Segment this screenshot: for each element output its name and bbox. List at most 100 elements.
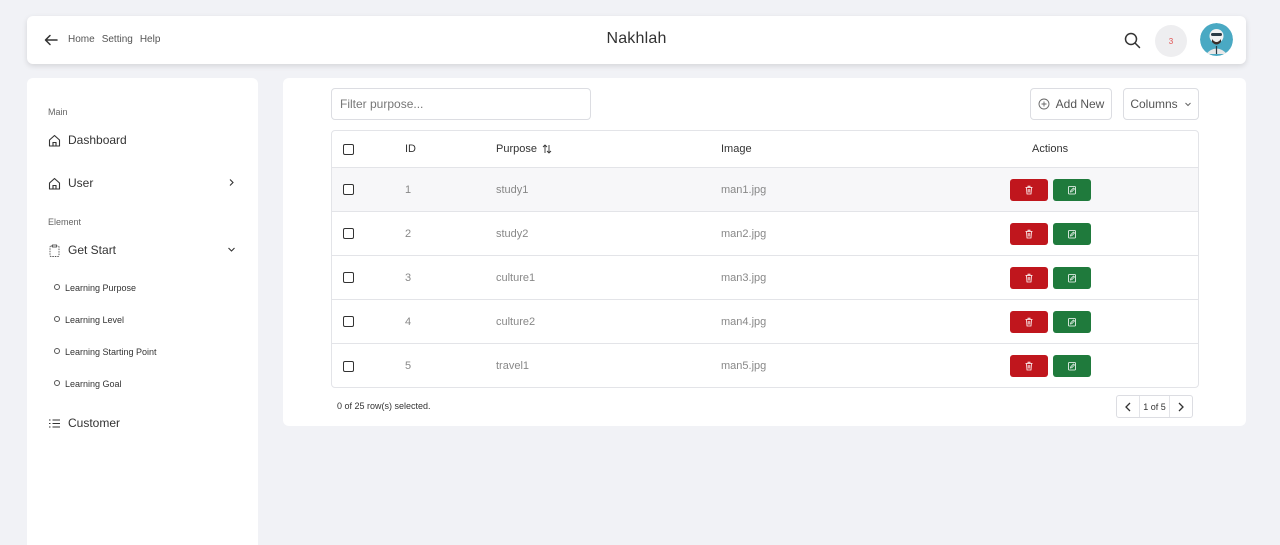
- sidebar-subitem-learning-starting-point[interactable]: Learning Starting Point: [54, 347, 157, 357]
- cell-id: 5: [405, 360, 412, 372]
- cell-image: man2.jpg: [721, 227, 767, 240]
- column-header-purpose-label: Purpose: [496, 143, 537, 155]
- pagination: 1 of 5: [1116, 395, 1193, 418]
- edit-icon: [1068, 317, 1076, 326]
- cell-id: 3: [405, 271, 412, 284]
- notification-count: 3: [1168, 36, 1174, 46]
- edit-button[interactable]: [1053, 310, 1091, 333]
- avatar[interactable]: [1200, 23, 1233, 56]
- circle-icon: [54, 347, 60, 354]
- trash-icon: [1025, 273, 1033, 282]
- cell-purpose: study1: [496, 183, 529, 196]
- cell-id: 2: [405, 227, 412, 240]
- edit-button[interactable]: [1053, 355, 1091, 377]
- delete-button[interactable]: [1010, 310, 1048, 333]
- edit-icon: [1068, 362, 1076, 371]
- delete-button[interactable]: [1010, 355, 1048, 377]
- chevron-down-icon: [1184, 102, 1191, 107]
- cell-actions: [1010, 256, 1092, 299]
- sidebar-subitem-label: Learning Level: [65, 315, 125, 325]
- sidebar-subitem-label: Learning Starting Point: [65, 347, 157, 357]
- delete-button[interactable]: [1010, 178, 1048, 201]
- edit-button[interactable]: [1053, 266, 1091, 289]
- sidebar-section-main: Main: [48, 107, 68, 117]
- sidebar-item-label: Customer: [68, 416, 121, 430]
- sidebar-item-label: User: [68, 176, 94, 190]
- column-header-id: ID: [405, 143, 416, 155]
- home-icon: [48, 134, 61, 147]
- edit-button[interactable]: [1053, 178, 1091, 201]
- row-checkbox[interactable]: [343, 184, 354, 195]
- cell-id: 4: [405, 315, 412, 328]
- sidebar-item-get-start[interactable]: Get Start: [48, 240, 238, 260]
- edit-button[interactable]: [1053, 222, 1091, 245]
- row-checkbox-cell: [343, 168, 354, 211]
- cell-image: man5.jpg: [721, 360, 767, 372]
- column-header-image: Image: [721, 143, 752, 155]
- trash-icon: [1025, 185, 1033, 194]
- sidebar: Main Dashboard User Element Get Start Le…: [27, 78, 258, 545]
- table-header: ID Purpose Image Actions: [332, 131, 1198, 168]
- circle-icon: [54, 379, 60, 386]
- cell-actions: [1010, 344, 1092, 387]
- columns-label: Columns: [1130, 97, 1178, 111]
- selected-rows-info: 0 of 25 row(s) selected.: [337, 401, 431, 411]
- trash-icon: [1025, 317, 1033, 326]
- sidebar-item-label: Dashboard: [68, 133, 127, 147]
- search-icon[interactable]: [1124, 32, 1141, 49]
- sidebar-item-dashboard[interactable]: Dashboard: [48, 130, 238, 150]
- cell-id: 1: [405, 183, 412, 196]
- sidebar-subitem-learning-goal[interactable]: Learning Goal: [54, 379, 122, 389]
- edit-icon: [1068, 273, 1076, 282]
- add-new-button[interactable]: Add New: [1030, 88, 1112, 120]
- chevron-left-icon: [1125, 402, 1131, 411]
- next-page-button[interactable]: [1170, 396, 1192, 417]
- chevron-right-icon: [1178, 402, 1184, 411]
- delete-button[interactable]: [1010, 266, 1048, 289]
- header-checkbox-cell: [343, 131, 354, 167]
- circle-icon: [54, 283, 60, 290]
- cell-purpose: travel1: [496, 360, 530, 372]
- app-title: Nakhlah: [606, 30, 667, 47]
- sidebar-section-element: Element: [48, 217, 82, 227]
- row-checkbox[interactable]: [343, 272, 354, 283]
- row-checkbox-cell: [343, 344, 354, 387]
- column-header-actions: Actions: [1032, 143, 1069, 155]
- sidebar-subitem-learning-level[interactable]: Learning Level: [54, 315, 124, 325]
- cell-actions: [1010, 168, 1092, 211]
- purpose-table: ID Purpose Image Actions 1 study1 man1.j…: [331, 130, 1199, 388]
- table-body: 1 study1 man1.jpg 2 study2 man2.jpg 3 cu…: [332, 168, 1198, 387]
- row-checkbox[interactable]: [343, 316, 354, 327]
- columns-button[interactable]: Columns: [1123, 88, 1199, 120]
- filter-purpose-input[interactable]: [331, 88, 591, 120]
- select-all-checkbox[interactable]: [343, 143, 354, 155]
- cell-image: man3.jpg: [721, 271, 767, 284]
- sidebar-subitem-label: Learning Purpose: [65, 283, 137, 293]
- main-panel: Add New Columns ID Purpose Image Actions: [283, 78, 1246, 426]
- page-indicator: 1 of 5: [1139, 396, 1170, 417]
- plus-circle-icon: [1038, 98, 1050, 110]
- notification-badge[interactable]: 3: [1155, 25, 1187, 57]
- sidebar-subitem-label: Learning Goal: [65, 379, 122, 389]
- sidebar-subitem-learning-purpose[interactable]: Learning Purpose: [54, 283, 136, 293]
- table-row: 4 culture2 man4.jpg: [332, 300, 1198, 344]
- top-bar: Home Setting Help Nakhlah 3: [27, 16, 1246, 64]
- cell-actions: [1010, 212, 1092, 255]
- row-checkbox[interactable]: [343, 228, 354, 239]
- sidebar-item-user[interactable]: User: [48, 173, 238, 193]
- table-row: 1 study1 man1.jpg: [332, 168, 1198, 212]
- delete-button[interactable]: [1010, 222, 1048, 245]
- table-row: 3 culture1 man3.jpg: [332, 256, 1198, 300]
- trash-icon: [1025, 361, 1033, 371]
- sidebar-item-customer[interactable]: Customer: [48, 413, 238, 433]
- home-icon: [48, 177, 61, 190]
- sidebar-item-label: Get Start: [68, 243, 117, 257]
- cell-purpose: culture1: [496, 271, 536, 284]
- chevron-down-icon: [228, 247, 235, 252]
- previous-page-button[interactable]: [1117, 396, 1139, 417]
- row-checkbox[interactable]: [343, 360, 354, 372]
- cell-image: man1.jpg: [721, 183, 767, 196]
- column-header-purpose[interactable]: Purpose: [496, 131, 552, 167]
- edit-icon: [1068, 229, 1076, 238]
- sort-icon[interactable]: [542, 144, 552, 154]
